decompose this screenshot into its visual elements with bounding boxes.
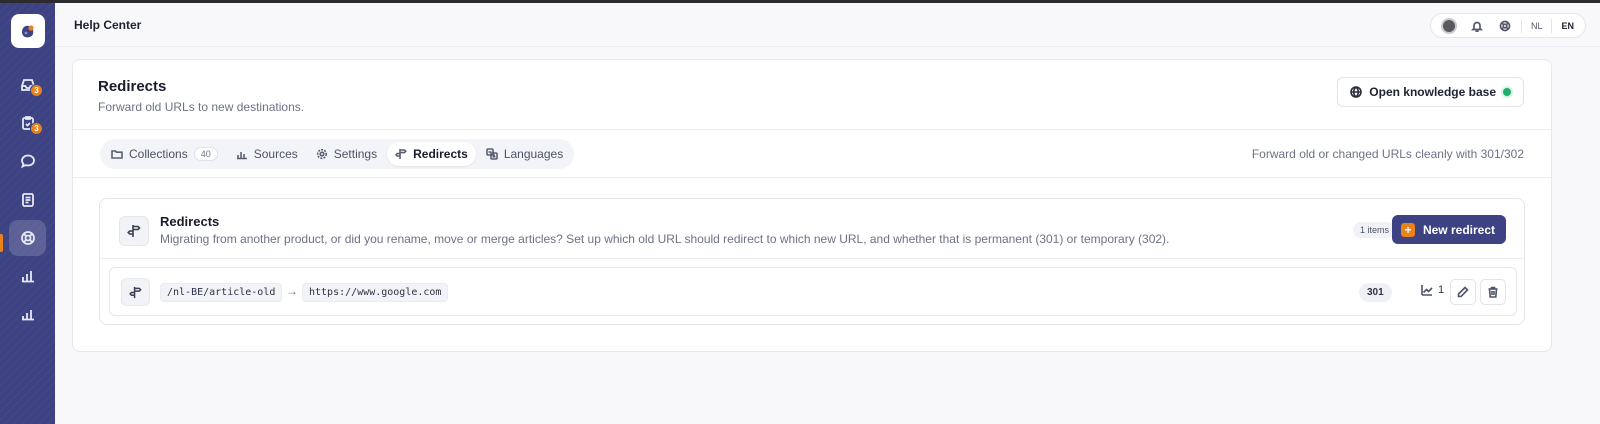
sidebar-item-documents[interactable] xyxy=(9,182,46,218)
sidebar: 3 3 xyxy=(0,3,55,424)
lifebuoy-icon xyxy=(1499,20,1511,31)
help-button[interactable] xyxy=(1493,16,1517,36)
redirects-section: Redirects Migrating from another product… xyxy=(99,198,1525,325)
inbox-badge: 3 xyxy=(30,84,43,97)
chat-icon xyxy=(20,154,35,169)
sidebar-item-inbox[interactable]: 3 xyxy=(9,67,46,103)
pencil-icon xyxy=(1457,286,1469,298)
new-redirect-label: New redirect xyxy=(1422,222,1495,237)
bell-icon xyxy=(1470,21,1483,32)
row-icon-box xyxy=(121,278,150,306)
help-center-icon xyxy=(20,231,35,245)
analytics-icon xyxy=(21,310,34,321)
user-menu[interactable] xyxy=(1437,16,1461,36)
items-count-badge: 1 items xyxy=(1352,222,1396,238)
tab-settings[interactable]: Settings xyxy=(308,142,385,166)
avatar xyxy=(1440,17,1457,34)
tab-label: Collections xyxy=(129,147,188,161)
open-knowledge-base-button[interactable]: Open knowledge base xyxy=(1337,77,1524,107)
trash-icon xyxy=(1488,286,1498,298)
tab-bar: Collections 40 Sources Settings Redirect… xyxy=(100,139,575,169)
globe-icon xyxy=(1350,86,1363,98)
plus-icon: + xyxy=(1400,222,1415,237)
tasks-badge: 3 xyxy=(30,122,43,135)
section-title: Redirects xyxy=(160,214,220,229)
sidebar-item-chat[interactable] xyxy=(9,143,46,179)
redirects-page-card: Redirects Forward old URLs to new destin… xyxy=(72,59,1552,352)
tab-label: Redirects xyxy=(413,147,468,161)
online-status-dot xyxy=(1503,88,1511,96)
page-title: Redirects xyxy=(98,78,167,95)
app-title: Help Center xyxy=(74,18,142,32)
sidebar-item-tasks[interactable]: 3 xyxy=(9,105,46,141)
collections-count: 40 xyxy=(193,147,218,161)
sidebar-item-help-center[interactable] xyxy=(9,220,46,256)
header-divider xyxy=(73,129,1551,130)
toolbar-divider xyxy=(1520,18,1522,33)
page-subtitle: Forward old URLs to new destinations. xyxy=(98,100,305,114)
sidebar-item-reports[interactable] xyxy=(9,258,46,294)
bar-chart-icon xyxy=(236,152,247,160)
tab-label: Languages xyxy=(503,147,564,161)
gear-icon xyxy=(316,148,327,160)
tab-sources[interactable]: Sources xyxy=(228,142,306,166)
tab-redirects[interactable]: Redirects xyxy=(387,142,476,166)
notifications-button[interactable] xyxy=(1465,16,1489,36)
arrow-right-icon: → xyxy=(286,284,298,298)
tab-label: Settings xyxy=(333,147,378,161)
hit-count-value: 1 xyxy=(1438,284,1445,296)
active-nav-marker xyxy=(0,234,3,252)
lang-nl-button[interactable]: NL xyxy=(1526,21,1548,31)
delete-redirect-button[interactable] xyxy=(1480,279,1506,305)
status-code-badge: 301 xyxy=(1359,283,1392,302)
tabs-divider xyxy=(73,177,1551,178)
tab-languages[interactable]: Languages xyxy=(478,142,571,166)
top-header: Help Center NL EN xyxy=(55,3,1600,47)
lang-en-button[interactable]: EN xyxy=(1556,21,1579,31)
section-description: Migrating from another product, or did y… xyxy=(160,232,1170,246)
trend-icon xyxy=(1421,285,1433,296)
new-redirect-button[interactable]: + New redirect xyxy=(1391,215,1506,244)
redirect-target-url: https://www.google.com xyxy=(302,283,449,302)
kb-button-label: Open knowledge base xyxy=(1369,85,1496,99)
app-logo[interactable] xyxy=(11,14,45,48)
hit-count: 1 xyxy=(1421,284,1444,296)
edit-redirect-button[interactable] xyxy=(1450,279,1476,305)
translate-icon xyxy=(486,148,498,160)
header-toolbar: NL EN xyxy=(1429,13,1586,38)
tab-collections[interactable]: Collections 40 xyxy=(103,142,226,166)
section-icon-box xyxy=(119,216,149,246)
folder-icon xyxy=(111,150,123,159)
signpost-icon xyxy=(395,149,408,159)
logo-icon xyxy=(22,25,34,38)
tab-label: Sources xyxy=(253,147,298,161)
signpost-icon xyxy=(129,286,142,298)
signpost-icon xyxy=(127,225,141,237)
redirect-source-url: /nl-BE/article-old xyxy=(160,283,283,302)
bar-chart-icon xyxy=(21,271,34,283)
tabs-hint-text: Forward old or changed URLs cleanly with… xyxy=(1251,147,1524,161)
sidebar-item-analytics[interactable] xyxy=(9,296,46,332)
section-divider xyxy=(100,258,1524,259)
document-icon xyxy=(21,193,34,207)
lang-divider xyxy=(1551,18,1553,33)
redirect-row[interactable]: /nl-BE/article-old → https://www.google.… xyxy=(109,267,1517,316)
